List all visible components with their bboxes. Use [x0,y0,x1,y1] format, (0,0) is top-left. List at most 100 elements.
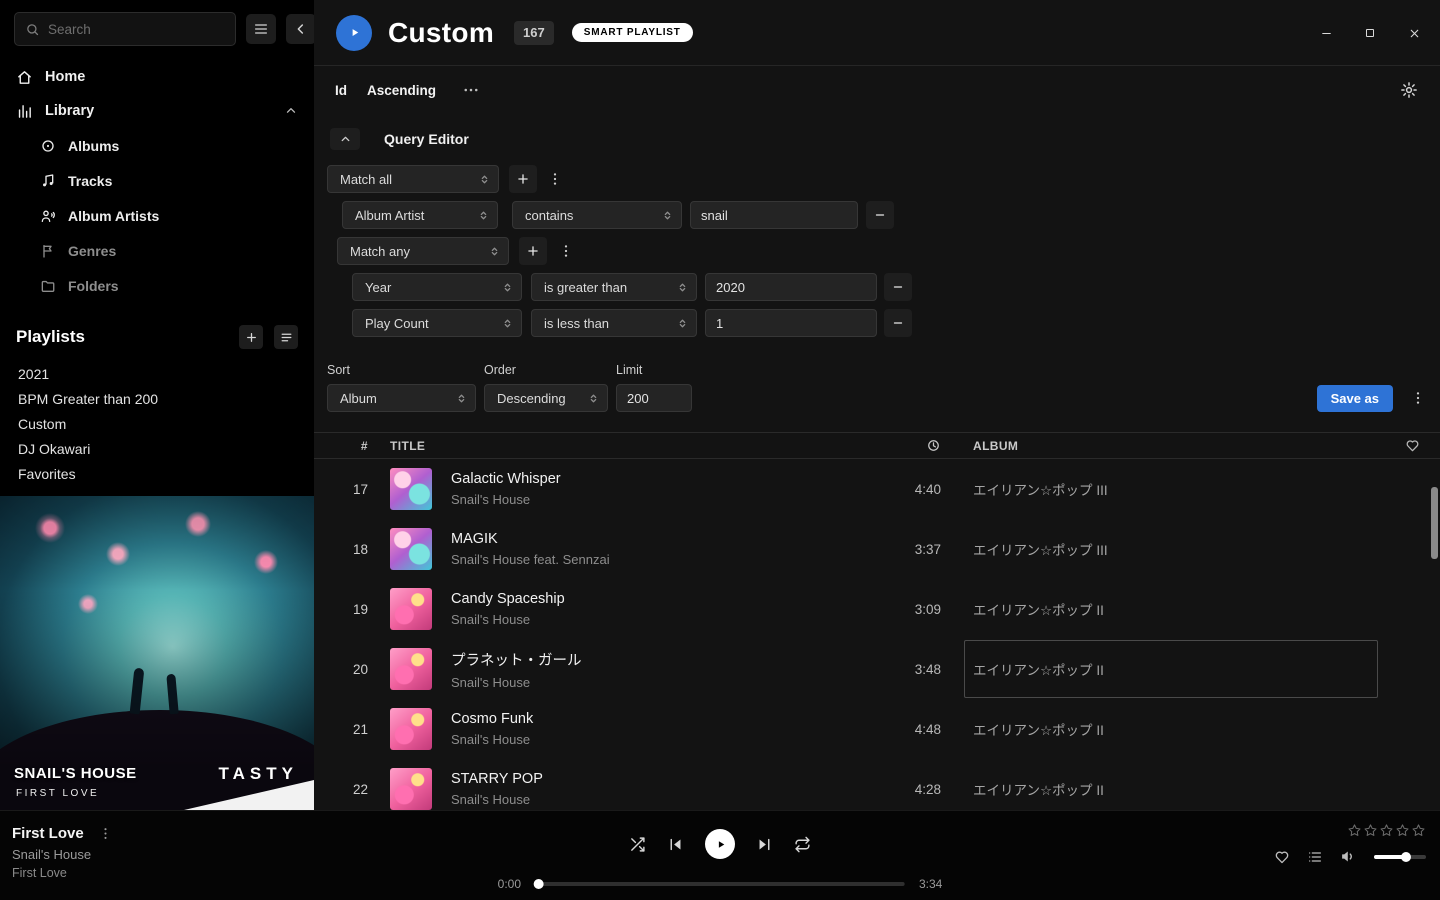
sidebar-item-library[interactable]: Library [0,94,314,128]
volume-slider[interactable] [1374,855,1426,859]
sort-field-button[interactable]: Id [335,83,347,98]
order-select[interactable]: Descending [484,384,608,412]
star-icon[interactable] [1411,823,1426,838]
gear-icon[interactable] [1400,81,1418,99]
seek-bar[interactable] [535,882,905,886]
track-row[interactable]: 21 Cosmo FunkSnail's House 4:48 エイリアン☆ポッ… [314,699,1440,759]
remove-rule-button[interactable] [866,201,894,229]
now-playing-info: First Love Snail's House First Love [12,825,113,880]
operator-select[interactable]: is less than [531,309,697,337]
remove-rule-button[interactable] [884,273,912,301]
duration-column-header[interactable] [871,438,941,453]
title-column-header[interactable]: TITLE [390,439,871,453]
match-any-select[interactable]: Match any [337,237,509,265]
favorite-heart-icon[interactable] [1274,849,1290,865]
sidebar-item-folders[interactable]: Folders [0,268,314,303]
sidebar-item-genres[interactable]: Genres [0,233,314,268]
repeat-icon[interactable] [794,836,811,853]
search-box[interactable] [14,12,236,46]
sidebar-item-albums[interactable]: Albums [0,128,314,163]
playlist-item[interactable]: BPM Greater than 200 [0,386,314,411]
now-playing-artist[interactable]: Snail's House [12,847,113,862]
group-match-row: Match any [337,237,1440,265]
volume-knob[interactable] [1401,852,1411,862]
minimize-button[interactable] [1312,19,1340,47]
queue-icon[interactable] [1307,849,1323,865]
field-select[interactable]: Play Count [352,309,522,337]
volume-icon[interactable] [1340,848,1357,865]
star-icon[interactable] [1347,823,1362,838]
star-icon[interactable] [1379,823,1394,838]
rule-value-input[interactable] [705,309,877,337]
rule-value-input[interactable] [690,201,858,229]
track-duration: 3:48 [871,662,941,677]
sort-group: Sort Album [327,363,476,412]
track-row[interactable]: 22 STARRY POPSnail's House 4:28 エイリアン☆ポッ… [314,759,1440,810]
previous-track-icon[interactable] [667,836,684,853]
sort-select[interactable]: Album [327,384,476,412]
sort-direction-button[interactable]: Ascending [367,83,436,98]
updown-chevrons-icon [477,209,490,222]
limit-input[interactable] [616,384,692,412]
sidebar-item-album-artists[interactable]: Album Artists [0,198,314,233]
now-playing-menu-icon[interactable] [98,826,113,841]
updown-chevrons-icon [478,173,491,186]
add-playlist-button[interactable] [239,325,263,349]
track-row[interactable]: 18 MAGIKSnail's House feat. Sennzai 3:37… [314,519,1440,579]
chevron-up-icon[interactable] [284,104,298,118]
field-select[interactable]: Year [352,273,522,301]
index-column-header[interactable]: # [314,439,376,453]
library-submenu: Albums Tracks Album Artists Genres Folde… [0,128,314,303]
playlist-list-button[interactable] [274,325,298,349]
rule-group-menu-icon[interactable] [556,237,576,265]
playlist-item[interactable]: 2021 [0,361,314,386]
track-row-focused[interactable]: 20 プラネット・ガールSnail's House 3:48 エイリアン☆ポップ… [314,639,1440,699]
save-menu-icon[interactable] [1408,384,1428,412]
operator-select[interactable]: contains [512,201,682,229]
track-row[interactable]: 17 Galactic WhisperSnail's House 4:40 エイ… [314,459,1440,519]
album-column-header[interactable]: ALBUM [941,439,1384,453]
updown-chevrons-icon [501,281,514,294]
playlist-item[interactable]: Custom [0,411,314,436]
now-playing-album-art[interactable]: SNAIL'S HOUSE FIRST LOVE TASTY [0,496,314,810]
album-art-thumbnail [390,768,432,810]
updown-chevrons-icon [587,392,600,405]
menu-button[interactable] [246,14,276,44]
maximize-button[interactable] [1356,19,1384,47]
operator-select[interactable]: is greater than [531,273,697,301]
field-value: Album Artist [355,208,424,223]
close-button[interactable] [1400,19,1428,47]
track-title: Cosmo Funk [451,711,871,727]
scrollbar-thumb[interactable] [1431,487,1438,559]
add-rule-button[interactable] [519,237,547,265]
now-playing-album[interactable]: First Love [12,866,113,880]
match-all-select[interactable]: Match all [327,165,499,193]
rule-row: Year is greater than [352,273,1440,301]
field-select[interactable]: Album Artist [342,201,498,229]
collapse-query-editor-button[interactable] [330,128,360,150]
sidebar-item-home[interactable]: Home [0,60,314,94]
search-input[interactable] [48,22,225,37]
star-icon[interactable] [1363,823,1378,838]
playlist-item[interactable]: DJ Okawari [0,436,314,461]
play-playlist-button[interactable] [336,15,372,51]
tracks-label: Tracks [68,173,112,189]
add-rule-button[interactable] [509,165,537,193]
favorite-column-header[interactable] [1384,438,1440,453]
order-value: Descending [497,391,566,406]
track-row[interactable]: 19 Candy SpaceshipSnail's House 3:09 エイリ… [314,579,1440,639]
playlist-item[interactable]: Favorites [0,461,314,486]
remove-rule-button[interactable] [884,309,912,337]
seek-knob[interactable] [534,879,544,889]
nav-back-button[interactable] [286,14,314,44]
play-pause-button[interactable] [705,829,735,859]
next-track-icon[interactable] [756,836,773,853]
star-icon[interactable] [1395,823,1410,838]
more-options-icon[interactable] [462,81,480,99]
rule-value-input[interactable] [705,273,877,301]
save-as-button[interactable]: Save as [1317,385,1393,412]
sidebar-item-tracks[interactable]: Tracks [0,163,314,198]
vinyl-icon [40,138,56,154]
shuffle-icon[interactable] [629,836,646,853]
rule-group-menu-icon[interactable] [545,165,565,193]
